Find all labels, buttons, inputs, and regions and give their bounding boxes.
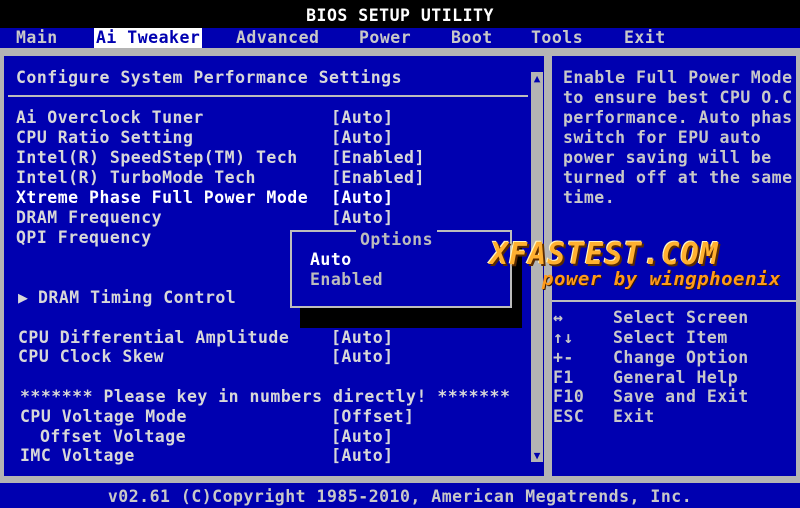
help-line-3: performance. Auto phas [563, 108, 793, 127]
option-enabled[interactable]: Enabled [310, 270, 383, 290]
bios-screen: BIOS SETUP UTILITY Main Ai Tweaker Advan… [0, 0, 800, 508]
help-line-6: turned off at the same [563, 168, 793, 187]
legend-divider [552, 300, 796, 302]
key-up-down-icon: ↑↓ [553, 328, 574, 347]
key-left-right-icon: ↔ [553, 308, 564, 327]
submenu-arrow-icon: ▶ [18, 288, 29, 307]
section-title: Configure System Performance Settings [16, 68, 403, 87]
help-line-4: switch for EPU auto [563, 128, 762, 147]
help-line-1: Enable Full Power Mode [563, 68, 793, 87]
value-cpu-ratio[interactable]: [Auto] [331, 128, 394, 148]
footer-copyright: v02.61 (C)Copyright 1985-2010, American … [107, 487, 693, 506]
key-plus-minus: +- [553, 348, 574, 367]
value-dram-frequency[interactable]: [Auto] [331, 208, 394, 228]
help-line-2: to ensure best CPU O.C [563, 88, 793, 107]
section-divider [8, 95, 528, 97]
menu-ai-tweaker[interactable]: Ai Tweaker [94, 28, 203, 48]
submenu-dram-timing[interactable]: DRAM Timing Control [38, 288, 236, 308]
setting-speedstep[interactable]: Intel(R) SpeedStep(TM) Tech [16, 148, 298, 168]
menu-main[interactable]: Main [16, 28, 58, 48]
help-line-7: time. [563, 188, 616, 207]
watermark-sub: power by wingphoenix [542, 268, 781, 290]
option-auto[interactable]: Auto [310, 250, 352, 270]
popup-title: Options [356, 230, 438, 250]
setting-imc-voltage[interactable]: IMC Voltage [20, 446, 135, 466]
value-cpu-diff-amplitude[interactable]: [Auto] [331, 328, 394, 348]
scroll-up-icon[interactable]: ▲ [531, 73, 543, 85]
key-action-select-item: Select Item [613, 328, 728, 347]
value-speedstep[interactable]: [Enabled] [331, 148, 425, 168]
value-offset-voltage[interactable]: [Auto] [331, 427, 394, 447]
setting-dram-frequency[interactable]: DRAM Frequency [16, 208, 162, 228]
setting-cpu-clock-skew[interactable]: CPU Clock Skew [18, 347, 164, 367]
key-action-select-screen: Select Screen [613, 308, 749, 327]
value-cpu-clock-skew[interactable]: [Auto] [331, 347, 394, 367]
menu-exit[interactable]: Exit [624, 28, 666, 48]
value-cpu-voltage-mode[interactable]: [Offset] [331, 407, 414, 427]
numbers-note: ******* Please key in numbers directly! … [20, 387, 511, 406]
key-f10: F10 [553, 387, 585, 406]
value-turbomode[interactable]: [Enabled] [331, 168, 425, 188]
key-action-change-option: Change Option [613, 348, 749, 367]
scroll-down-icon[interactable]: ▼ [531, 450, 543, 462]
title: BIOS SETUP UTILITY [306, 6, 494, 25]
setting-xtreme-phase[interactable]: Xtreme Phase Full Power Mode [16, 188, 308, 208]
menu-boot[interactable]: Boot [451, 28, 493, 48]
menu-advanced[interactable]: Advanced [236, 28, 319, 48]
watermark-brand: XFASTEST.COM [490, 237, 719, 272]
key-action-exit: Exit [613, 407, 655, 426]
key-action-save-exit: Save and Exit [613, 387, 749, 406]
setting-cpu-diff-amplitude[interactable]: CPU Differential Amplitude [18, 328, 289, 348]
setting-turbomode[interactable]: Intel(R) TurboMode Tech [16, 168, 256, 188]
menu-tools[interactable]: Tools [531, 28, 583, 48]
key-esc: ESC [553, 407, 585, 426]
menu-power[interactable]: Power [359, 28, 411, 48]
setting-cpu-ratio[interactable]: CPU Ratio Setting [16, 128, 193, 148]
value-imc-voltage[interactable]: [Auto] [331, 446, 394, 466]
value-ai-overclock-tuner[interactable]: [Auto] [331, 108, 394, 128]
setting-ai-overclock-tuner[interactable]: Ai Overclock Tuner [16, 108, 204, 128]
setting-offset-voltage[interactable]: Offset Voltage [40, 427, 186, 447]
setting-qpi-frequency[interactable]: QPI Frequency [16, 228, 152, 248]
help-line-5: power saving will be [563, 148, 772, 167]
setting-cpu-voltage-mode[interactable]: CPU Voltage Mode [20, 407, 187, 427]
key-action-general-help: General Help [613, 368, 739, 387]
key-f1: F1 [553, 368, 574, 387]
value-xtreme-phase[interactable]: [Auto] [331, 188, 394, 208]
